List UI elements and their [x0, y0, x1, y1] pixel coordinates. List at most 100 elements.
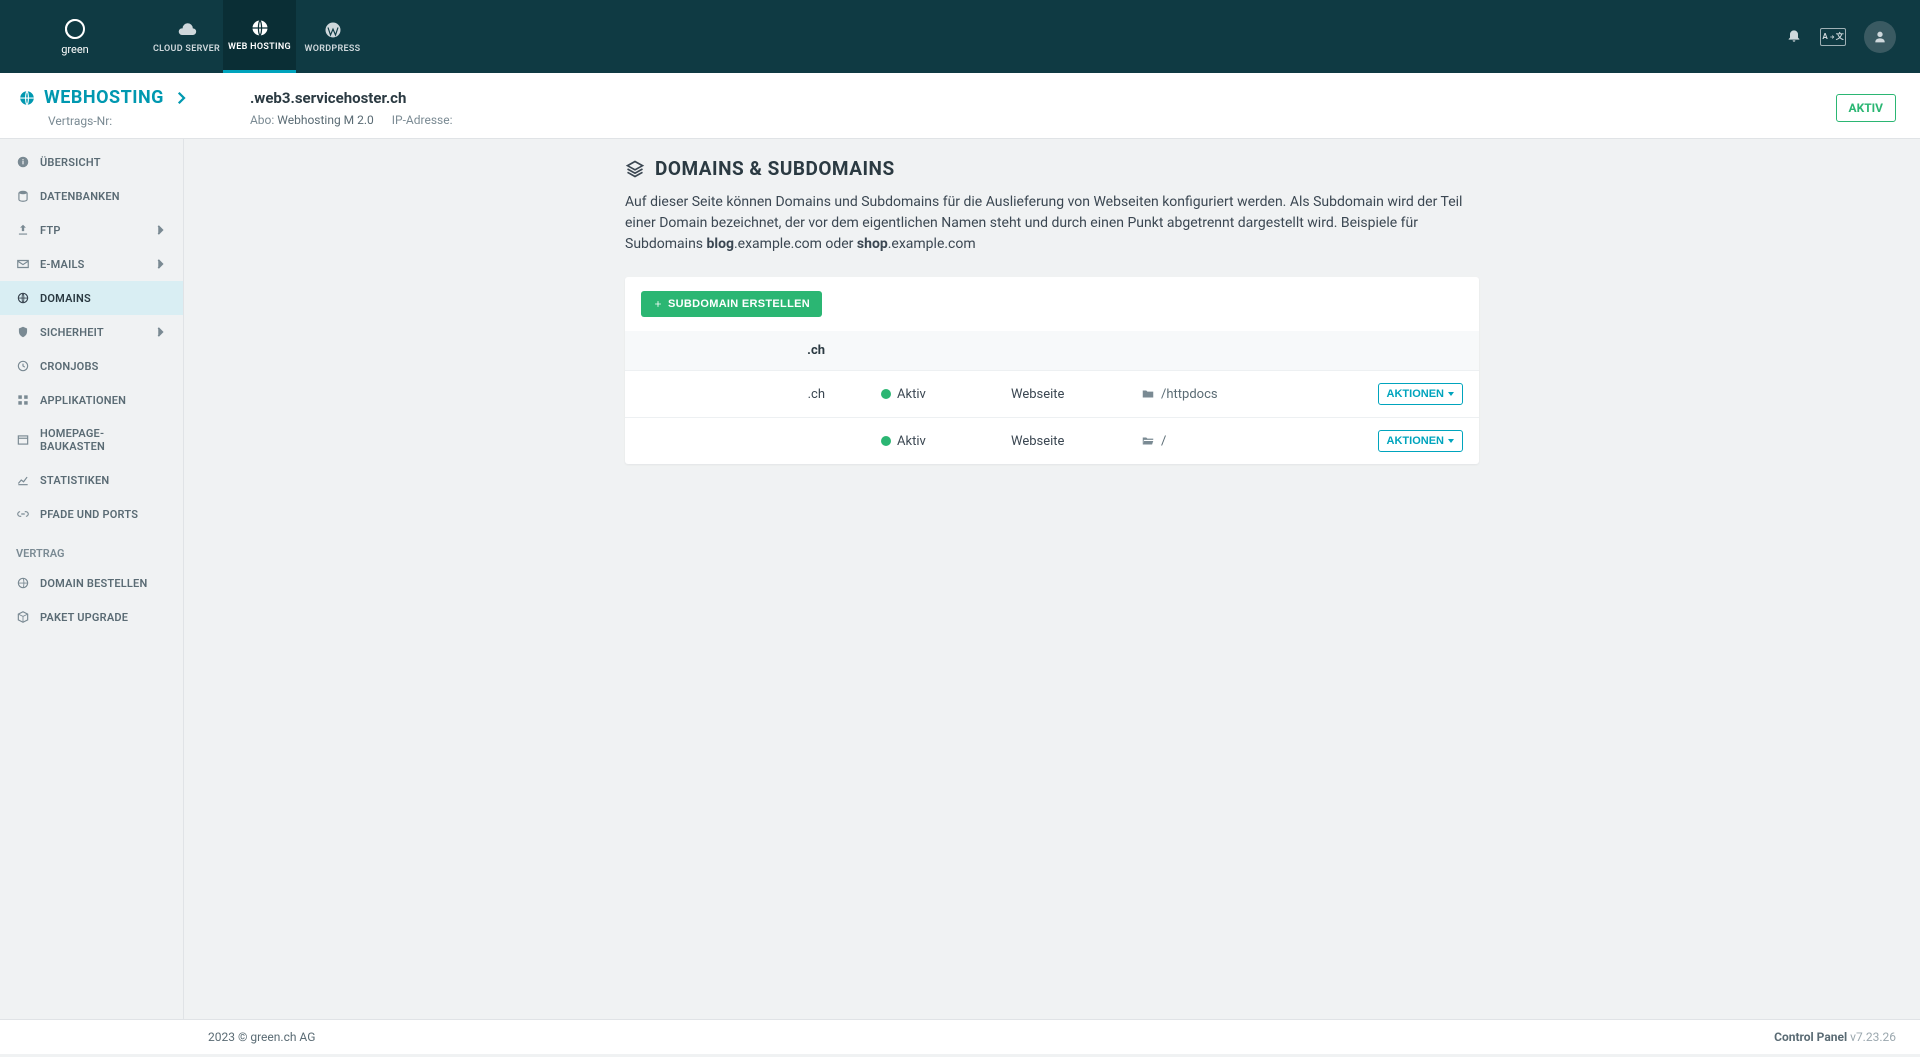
globe-icon — [18, 89, 36, 107]
bell-icon[interactable] — [1786, 27, 1802, 47]
create-subdomain-button[interactable]: SUBDOMAIN ERSTELLEN — [641, 291, 822, 317]
sidebar-item-applications[interactable]: APPLIKATIONEN — [0, 383, 183, 417]
tab-wordpress[interactable]: WORDPRESS — [296, 0, 369, 73]
sidebar-item-stats[interactable]: STATISTIKEN — [0, 463, 183, 497]
content-area: DOMAINS & SUBDOMAINS Auf dieser Seite kö… — [184, 139, 1920, 1019]
page-title: DOMAINS & SUBDOMAINS — [625, 157, 1479, 180]
caret-down-icon — [1448, 439, 1454, 443]
sidebar-item-label: DOMAINS — [40, 292, 91, 305]
nav-right: A 文 — [1786, 0, 1920, 73]
sidebar-item-domains[interactable]: DOMAINS — [0, 281, 183, 315]
user-icon — [1872, 29, 1888, 45]
sidebar-item-paths-ports[interactable]: PFADE UND PORTS — [0, 497, 183, 531]
cell-type: Webseite — [995, 418, 1125, 465]
tab-cloud-server[interactable]: CLOUD SERVER — [150, 0, 223, 73]
sidebar-item-label: ÜBERSICHT — [40, 156, 101, 169]
chevron-right-icon — [172, 89, 190, 107]
row-actions-button[interactable]: AKTIONEN — [1378, 383, 1463, 405]
lang-from: A — [1822, 32, 1827, 41]
info-icon — [16, 155, 30, 169]
caret-down-icon — [1448, 392, 1454, 396]
chevron-right-icon — [153, 325, 167, 339]
wordpress-icon — [323, 20, 343, 40]
footer-copyright: 2023 © green.ch AG — [208, 1030, 315, 1044]
tab-label: WORDPRESS — [305, 44, 361, 54]
sidebar-item-overview[interactable]: ÜBERSICHT — [0, 145, 183, 179]
abo-label: Abo: — [250, 113, 274, 127]
action-label: AKTIONEN — [1387, 435, 1444, 447]
package-icon — [16, 610, 30, 624]
globe-icon — [250, 18, 270, 38]
sidebar-item-label: DATENBANKEN — [40, 190, 120, 203]
chevron-right-icon — [153, 223, 167, 237]
footer-version: v7.23.26 — [1850, 1030, 1896, 1044]
sidebar-item-label: HOMEPAGE-BAUKASTEN — [40, 427, 167, 453]
sidebar-item-label: STATISTIKEN — [40, 474, 109, 487]
layers-icon — [625, 159, 645, 179]
sidebar-item-databases[interactable]: DATENBANKEN — [0, 179, 183, 213]
lang-to: 文 — [1836, 31, 1844, 42]
sidebar-item-label: SICHERHEIT — [40, 326, 104, 339]
folder-icon — [1141, 387, 1155, 401]
cell-domain: .ch — [625, 371, 865, 418]
row-actions-button[interactable]: AKTIONEN — [1378, 430, 1463, 452]
cell-path: / — [1141, 434, 1346, 449]
plus-icon — [653, 299, 663, 309]
create-subdomain-label: SUBDOMAIN ERSTELLEN — [668, 298, 810, 310]
top-nav: green CLOUD SERVER WEB HOSTING WORDPRESS… — [0, 0, 1920, 73]
sidebar-item-label: CRONJOBS — [40, 360, 99, 373]
cell-path: /httpdocs — [1141, 387, 1346, 402]
sidebar-item-label: FTP — [40, 224, 61, 237]
footer-product: Control Panel — [1774, 1030, 1847, 1044]
globe-icon — [16, 576, 30, 590]
intro-text: Auf dieser Seite können Domains und Subd… — [625, 192, 1479, 255]
brand-icon — [63, 17, 87, 41]
clock-icon — [16, 359, 30, 373]
tab-web-hosting[interactable]: WEB HOSTING — [223, 0, 296, 73]
sidebar-item-ftp[interactable]: FTP — [0, 213, 183, 247]
footer: 2023 © green.ch AG Control Panel v7.23.2… — [0, 1019, 1920, 1054]
database-icon — [16, 189, 30, 203]
status-dot-icon — [881, 436, 891, 446]
sidebar-section-contract: VERTRAG — [0, 531, 183, 566]
status-dot-icon — [881, 389, 891, 399]
section-title-text: WEBHOSTING — [44, 87, 164, 108]
upload-icon — [16, 223, 30, 237]
table-row: .ch Aktiv Webseite /httpdocs AKTIONEN — [625, 371, 1479, 418]
language-switcher[interactable]: A 文 — [1820, 28, 1846, 46]
sidebar-item-label: E-MAILS — [40, 258, 85, 271]
user-avatar[interactable] — [1864, 21, 1896, 53]
globe-icon — [16, 291, 30, 305]
cell-domain — [625, 418, 865, 465]
cell-status: Aktiv — [865, 418, 995, 465]
table-group-header: .ch — [625, 331, 1479, 371]
abo-value: Webhosting M 2.0 — [277, 113, 374, 127]
brand-logo[interactable]: green — [0, 0, 150, 73]
sidebar-item-label: PAKET UPGRADE — [40, 611, 128, 624]
tab-label: CLOUD SERVER — [153, 44, 220, 54]
domains-panel: SUBDOMAIN ERSTELLEN .ch .ch Aktiv Websei… — [625, 277, 1479, 464]
sidebar-item-order-domain[interactable]: DOMAIN BESTELLEN — [0, 566, 183, 600]
nav-tabs: CLOUD SERVER WEB HOSTING WORDPRESS — [150, 0, 369, 73]
hostname: .web3.servicehoster.ch — [250, 87, 453, 107]
page-title-text: DOMAINS & SUBDOMAINS — [655, 157, 895, 180]
cloud-icon — [177, 20, 197, 40]
sidebar-item-label: PFADE UND PORTS — [40, 508, 138, 521]
sidebar-item-upgrade[interactable]: PAKET UPGRADE — [0, 600, 183, 634]
brand-text: green — [61, 43, 89, 56]
sidebar-item-label: APPLIKATIONEN — [40, 394, 126, 407]
status-badge: AKTIV — [1836, 94, 1896, 122]
sidebar-item-sitebuilder[interactable]: HOMEPAGE-BAUKASTEN — [0, 417, 183, 463]
sidebar-item-cronjobs[interactable]: CRONJOBS — [0, 349, 183, 383]
sidebar-item-security[interactable]: SICHERHEIT — [0, 315, 183, 349]
cell-status: Aktiv — [865, 371, 995, 418]
layout-icon — [16, 433, 30, 447]
ip-label: IP-Adresse: — [392, 113, 453, 127]
apps-icon — [16, 393, 30, 407]
sidebar-item-emails[interactable]: E-MAILS — [0, 247, 183, 281]
chevron-right-icon — [153, 257, 167, 271]
folder-open-icon — [1141, 434, 1155, 448]
section-title[interactable]: WEBHOSTING — [18, 87, 190, 108]
sidebar-item-label: DOMAIN BESTELLEN — [40, 577, 147, 590]
chart-icon — [16, 473, 30, 487]
